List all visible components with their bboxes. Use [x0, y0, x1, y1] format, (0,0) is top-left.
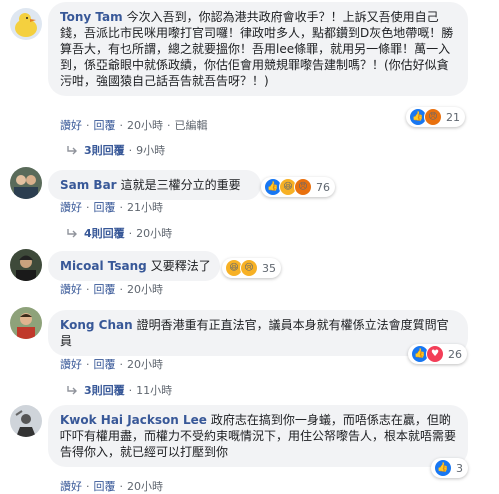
view-replies-link[interactable]: 3則回覆	[84, 382, 125, 398]
timestamp[interactable]: 21小時	[127, 201, 163, 214]
reaction-summary[interactable]: 👍 😆 😠 76	[261, 177, 335, 197]
comment-actions: 讚好 · 回覆 · 21小時	[60, 201, 163, 214]
view-replies-link[interactable]: 3則回覆	[84, 142, 125, 158]
reaction-summary[interactable]: 😆 😢 35	[222, 258, 281, 278]
reply-arrow-icon	[67, 229, 77, 238]
commenter-name[interactable]: Kwok Hai Jackson Lee	[60, 413, 207, 427]
reaction-count: 21	[446, 110, 460, 124]
comment-bubble: Sam Bar 這就是三權分立的重要	[48, 170, 261, 200]
like-link[interactable]: 讚好	[60, 358, 82, 371]
comment-actions: 讚好 · 回覆 · 20小時	[60, 283, 163, 296]
angry-icon: 😠	[294, 178, 312, 196]
comment-actions: 讚好 · 回覆 · 20小時 · 已編輯	[60, 119, 208, 132]
reaction-summary[interactable]: 👍 ♥ 26	[408, 344, 467, 364]
commenter-name[interactable]: Micoal Tsang	[60, 259, 147, 273]
avatar[interactable]	[10, 249, 42, 281]
view-replies-link[interactable]: 4則回覆	[84, 225, 125, 241]
reaction-summary[interactable]: 👍 3	[431, 458, 468, 478]
reply-link[interactable]: 回覆	[94, 201, 116, 214]
reply-link[interactable]: 回覆	[94, 358, 116, 371]
timestamp[interactable]: 20小時	[127, 283, 163, 296]
reaction-summary[interactable]: 👍 😠 21	[406, 107, 465, 127]
comment-bubble: Kong Chan 證明香港重有正直法官，議員本身就有權係立法會度質問官員	[48, 310, 468, 356]
commenter-name[interactable]: Tony Tam	[60, 10, 123, 24]
commenter-name[interactable]: Sam Bar	[60, 178, 117, 192]
reaction-count: 26	[448, 347, 462, 361]
sad-icon: 😢	[240, 259, 258, 277]
like-link[interactable]: 讚好	[60, 283, 82, 296]
reaction-count: 35	[262, 261, 276, 275]
reply-link[interactable]: 回覆	[94, 119, 116, 132]
replies-time: 9小時	[136, 144, 166, 157]
love-icon: ♥	[426, 345, 444, 363]
replies-row[interactable]: 4則回覆 · 20小時	[66, 225, 172, 241]
comment-bubble: Kwok Hai Jackson Lee 政府志在搞到你一身蟻，而唔係志在贏，但啲…	[48, 405, 468, 467]
reply-arrow-icon	[67, 386, 77, 395]
comment-bubble: Micoal Tsang 又要釋法了	[48, 251, 220, 281]
like-link[interactable]: 讚好	[60, 119, 82, 132]
avatar[interactable]	[10, 405, 42, 437]
comment-text: 這就是三權分立的重要	[120, 178, 241, 192]
edited-label: 已編輯	[174, 119, 208, 132]
commenter-name[interactable]: Kong Chan	[60, 318, 133, 332]
timestamp[interactable]: 20小時	[127, 119, 163, 132]
replies-time: 11小時	[136, 384, 173, 397]
like-link[interactable]: 讚好	[60, 201, 82, 214]
timestamp[interactable]: 20小時	[127, 358, 163, 371]
avatar[interactable]	[10, 167, 42, 199]
like-link[interactable]: 讚好	[60, 480, 82, 493]
angry-icon: 😠	[424, 108, 442, 126]
reply-arrow-icon	[67, 146, 77, 155]
reaction-count: 3	[456, 461, 463, 475]
avatar[interactable]	[10, 8, 42, 40]
replies-row[interactable]: 3則回覆 · 11小時	[66, 382, 172, 398]
avatar[interactable]	[10, 307, 42, 339]
comment-text: 又要釋法了	[150, 259, 211, 273]
reply-link[interactable]: 回覆	[94, 480, 116, 493]
like-icon: 👍	[434, 459, 452, 477]
replies-time: 20小時	[136, 227, 173, 240]
replies-row[interactable]: 3則回覆 · 9小時	[66, 142, 165, 158]
timestamp[interactable]: 20小時	[127, 480, 163, 493]
comment-actions: 讚好 · 回覆 · 20小時	[60, 358, 163, 371]
reply-link[interactable]: 回覆	[94, 283, 116, 296]
comment-bubble: Tony Tam 今次入吾到，你認為港共政府會收手？！上訴又吾使用自己錢，吾派比市…	[48, 2, 468, 96]
reaction-count: 76	[316, 180, 330, 194]
